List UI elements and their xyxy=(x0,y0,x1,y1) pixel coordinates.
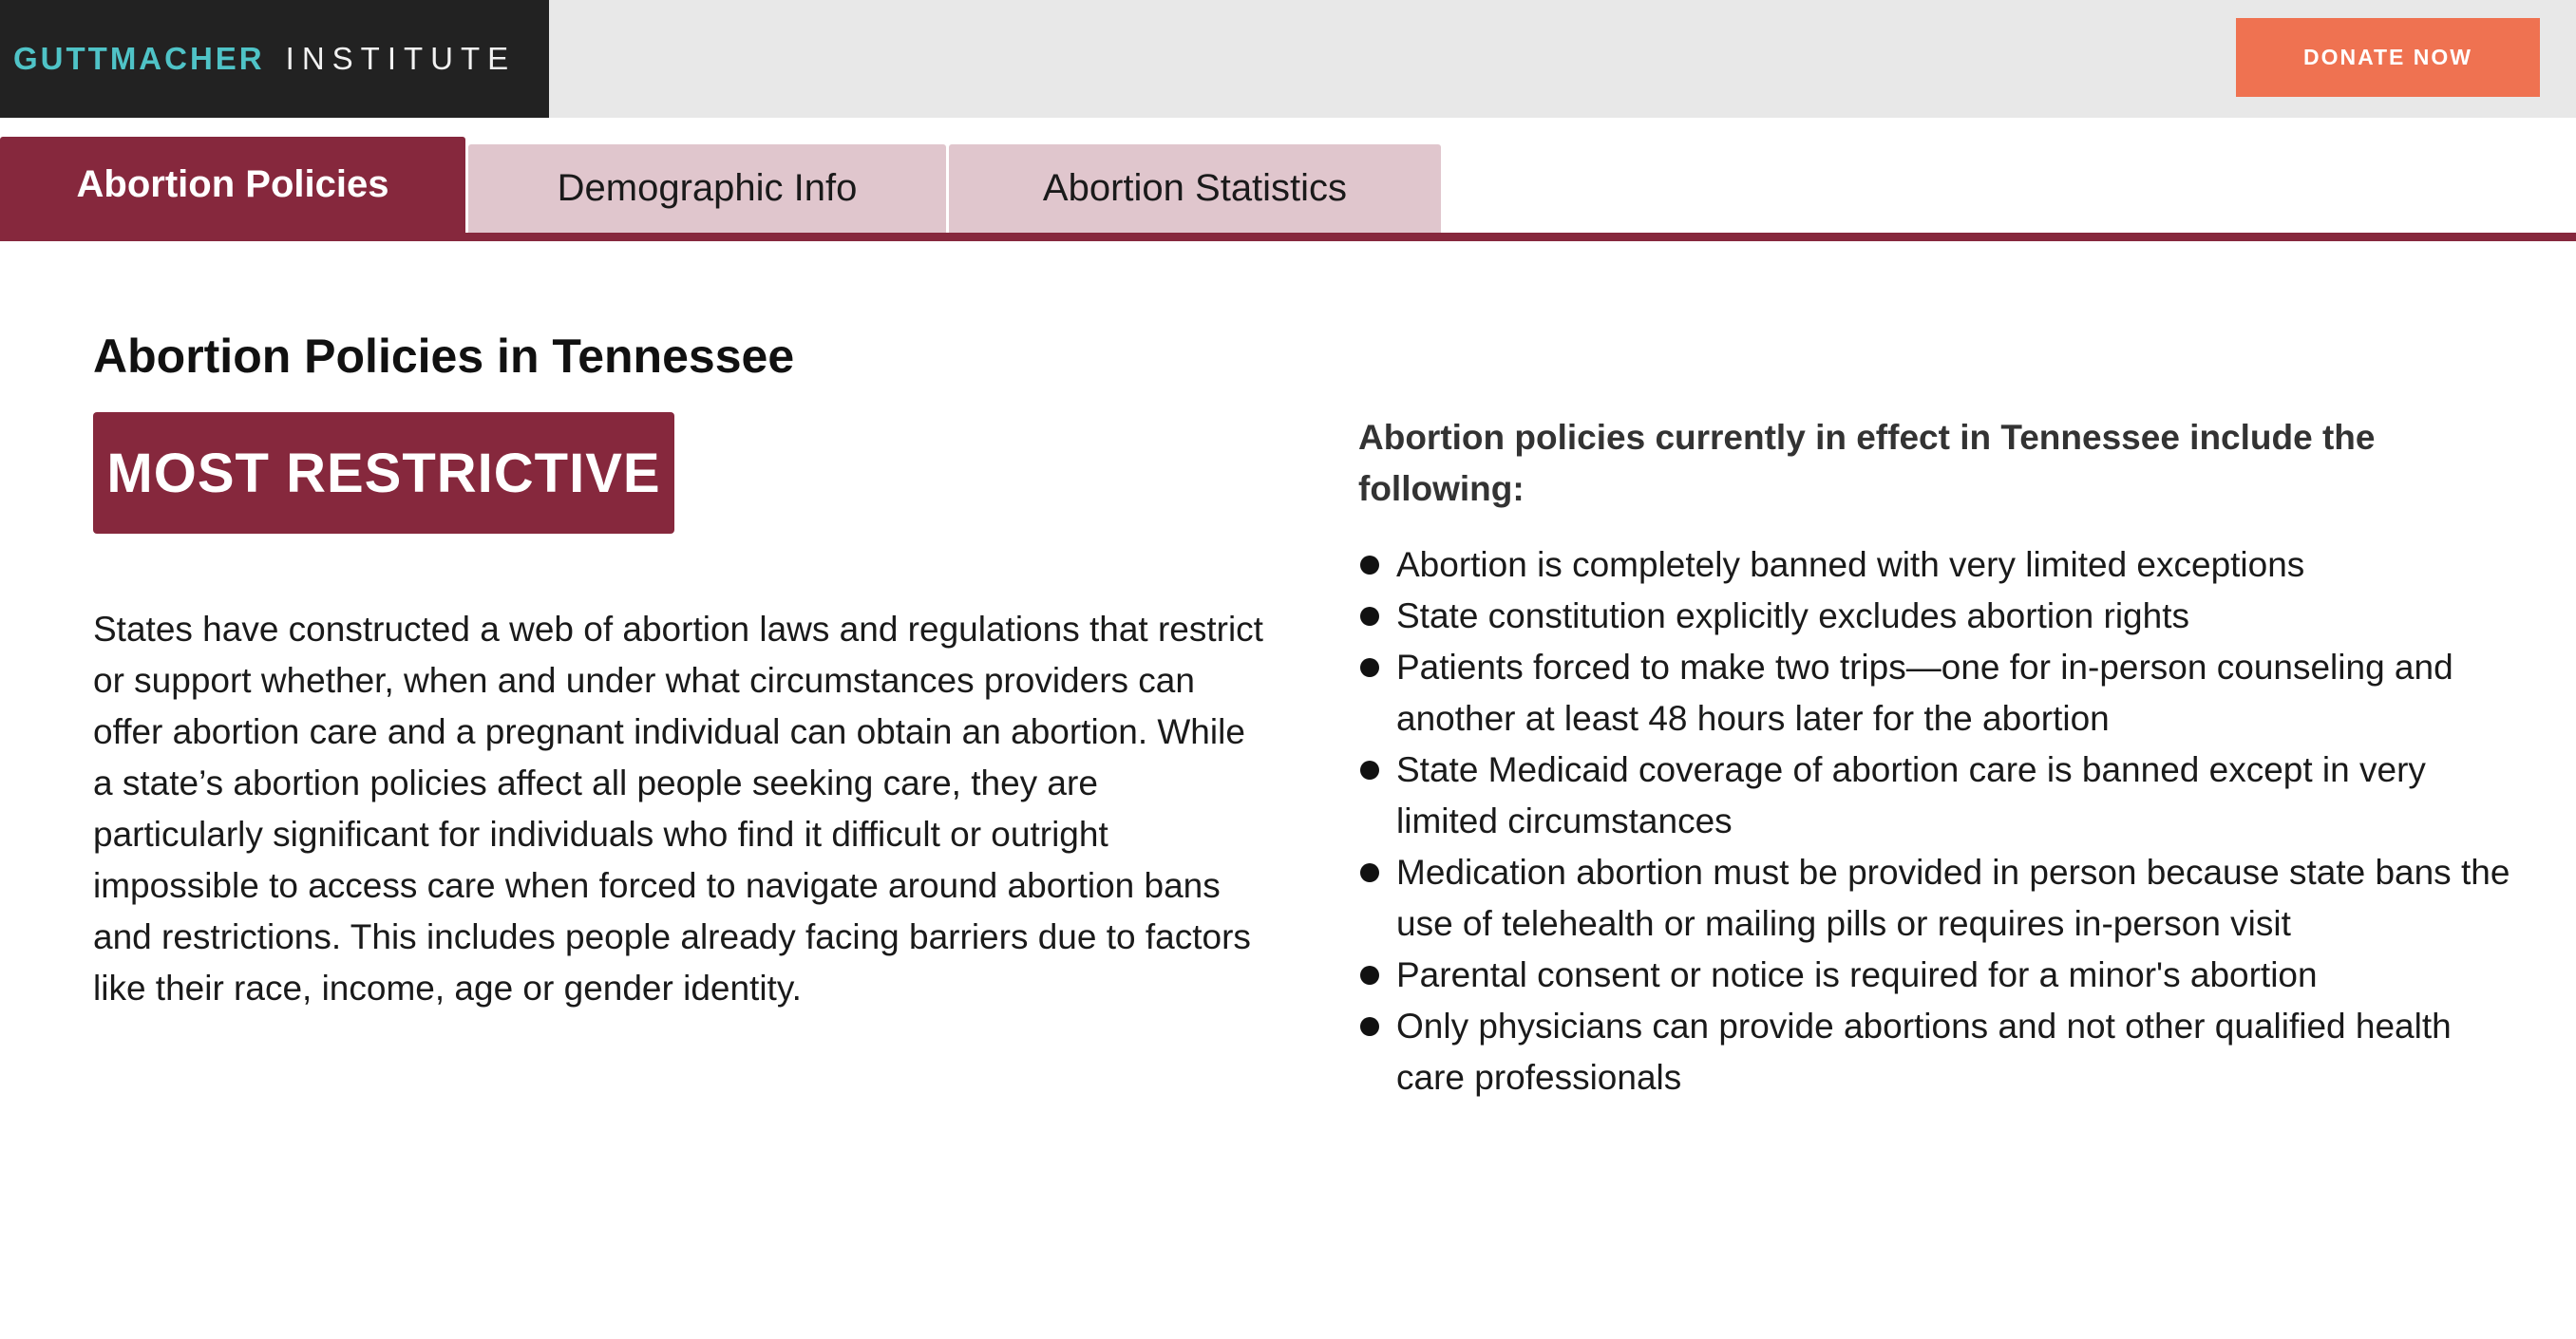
tab-demographic-info[interactable]: Demographic Info xyxy=(468,144,946,233)
guttmacher-logo[interactable]: GUTTMACHER INSTITUTE xyxy=(0,0,549,118)
policy-item: State Medicaid coverage of abortion care… xyxy=(1358,745,2517,847)
policy-item: State constitution explicitly excludes a… xyxy=(1358,591,2517,642)
policy-item: Abortion is completely banned with very … xyxy=(1358,539,2517,591)
bullet-icon xyxy=(1360,556,1379,575)
policy-item-text: State Medicaid coverage of abortion care… xyxy=(1396,750,2426,840)
tab-underline-rule xyxy=(0,233,2576,241)
policy-item: Only physicians can provide abortions an… xyxy=(1358,1001,2517,1103)
policy-item: Parental consent or notice is required f… xyxy=(1358,950,2517,1001)
page-title: Abortion Policies in Tennessee xyxy=(93,330,795,383)
policy-item-text: Abortion is completely banned with very … xyxy=(1396,545,2305,584)
policies-heading: Abortion policies currently in effect in… xyxy=(1358,418,2376,508)
tab-abortion-policies[interactable]: Abortion Policies xyxy=(0,137,465,233)
site-header: GUTTMACHER INSTITUTE DONATE NOW xyxy=(0,0,2576,118)
bullet-icon xyxy=(1360,607,1379,626)
policy-item-text: Parental consent or notice is required f… xyxy=(1396,955,2318,994)
policy-item: Patients forced to make two trips—one fo… xyxy=(1358,642,2517,745)
policy-item-text: Only physicians can provide abortions an… xyxy=(1396,1007,2452,1097)
policy-item-text: State constitution explicitly excludes a… xyxy=(1396,596,2189,635)
bullet-icon xyxy=(1360,761,1379,780)
policy-item-text: Patients forced to make two trips—one fo… xyxy=(1396,648,2453,738)
bullet-icon xyxy=(1360,966,1379,985)
logo-guttmacher-text: GUTTMACHER xyxy=(13,41,265,76)
tab-bar: Abortion Policies Demographic Info Abort… xyxy=(0,137,1444,233)
donate-now-button[interactable]: DONATE NOW xyxy=(2236,18,2540,97)
bullet-icon xyxy=(1360,1017,1379,1036)
policy-item-text: Medication abortion must be provided in … xyxy=(1396,853,2510,943)
restriction-level-badge: MOST RESTRICTIVE xyxy=(93,412,674,534)
tab-abortion-statistics[interactable]: Abortion Statistics xyxy=(949,144,1441,233)
bullet-icon xyxy=(1360,658,1379,677)
bullet-icon xyxy=(1360,863,1379,882)
policy-list: Abortion is completely banned with very … xyxy=(1358,539,2517,1103)
policy-item: Medication abortion must be provided in … xyxy=(1358,847,2517,950)
logo-institute-text: INSTITUTE xyxy=(285,41,517,76)
intro-paragraph: States have constructed a web of abortio… xyxy=(93,610,1263,1008)
